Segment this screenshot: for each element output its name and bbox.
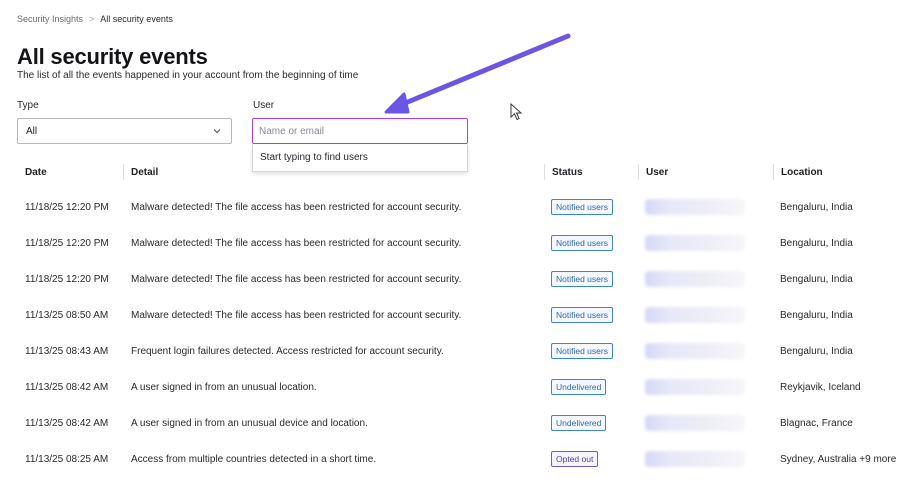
cell-user [645,369,745,405]
status-badge: Undelivered [551,379,607,395]
redacted-user-name [645,307,745,323]
table-row[interactable]: 11/13/25 08:43 AM Frequent login failures… [17,333,902,369]
status-badge: Notified users [551,199,613,215]
status-badge: Notified users [551,343,613,359]
cell-detail: Frequent login failures detected. Access… [131,345,444,357]
redacted-user-name [645,343,745,359]
cell-detail: A user signed in from an unusual locatio… [131,381,317,393]
cell-date: 11/13/25 08:42 AM [25,417,109,429]
cell-date: 11/13/25 08:50 AM [25,309,109,321]
cell-date: 11/18/25 12:20 PM [25,237,109,249]
user-filter-label: User [253,100,275,111]
cell-location: Bengaluru, India [780,309,853,321]
cell-location: Bengaluru, India [780,237,853,249]
redacted-user-name [645,271,745,287]
breadcrumb-link-security-insights[interactable]: Security Insights [17,14,83,24]
type-filter-select[interactable]: All [17,118,232,144]
cell-location: Bengaluru, India [780,273,853,285]
cell-status: Opted out [551,441,599,477]
cell-user [645,333,745,369]
cell-user [645,441,745,477]
redacted-user-name [645,379,745,395]
table-row[interactable]: 11/18/25 12:20 PM Malware detected! The f… [17,189,902,225]
table-row[interactable]: 11/18/25 12:20 PM Malware detected! The f… [17,261,902,297]
cell-date: 11/18/25 12:20 PM [25,273,109,285]
chevron-down-icon [213,129,221,134]
breadcrumb: Security Insights > All security events [17,14,173,24]
cell-status: Notified users [551,225,613,261]
events-table: Date Detail Status User Location 11/18/2… [17,160,902,477]
cell-user [645,297,745,333]
cell-date: 11/18/25 12:20 PM [25,201,109,213]
cell-location: Blagnac, France [780,417,853,429]
cell-detail: Malware detected! The file access has be… [131,237,462,249]
cell-status: Notified users [551,261,613,297]
redacted-user-name [645,235,745,251]
redacted-user-name [645,415,745,431]
cell-status: Notified users [551,189,613,225]
cell-location: Reykjavik, Iceland [780,381,861,393]
status-badge: Undelivered [551,415,607,431]
cell-date: 11/13/25 08:43 AM [25,345,109,357]
table-row[interactable]: 11/13/25 08:42 AM A user signed in from a… [17,405,902,441]
cell-detail: Access from multiple countries detected … [131,453,377,465]
table-row[interactable]: 11/13/25 08:42 AM A user signed in from a… [17,369,902,405]
cell-date: 11/13/25 08:25 AM [25,453,109,465]
cell-user [645,189,745,225]
status-badge: Notified users [551,307,613,323]
cell-location: Sydney, Australia +9 more [780,453,897,465]
cell-detail: Malware detected! The file access has be… [131,309,462,321]
table-row[interactable]: 11/13/25 08:50 AM Malware detected! The f… [17,297,902,333]
column-header-user[interactable]: User [638,164,668,180]
mouse-cursor-icon [510,103,523,121]
column-header-detail[interactable]: Detail [123,164,158,180]
cell-user [645,225,745,261]
cell-status: Undelivered [551,369,607,405]
cell-user [645,405,745,441]
user-search-input[interactable] [252,118,468,144]
breadcrumb-current: All security events [100,14,173,24]
cell-status: Notified users [551,333,613,369]
cell-location: Bengaluru, India [780,345,853,357]
cell-location: Bengaluru, India [780,201,853,213]
column-header-status[interactable]: Status [544,164,583,180]
table-header: Date Detail Status User Location [17,160,902,184]
cell-detail: A user signed in from an unusual device … [131,417,368,429]
cell-status: Undelivered [551,405,607,441]
cell-detail: Malware detected! The file access has be… [131,273,462,285]
status-badge: Notified users [551,235,613,251]
type-filter-value: All [26,125,38,137]
cell-user [645,261,745,297]
cell-status: Notified users [551,297,613,333]
redacted-user-name [645,451,745,467]
redacted-user-name [645,199,745,215]
breadcrumb-separator: > [89,14,95,24]
status-badge: Notified users [551,271,613,287]
table-body: 11/18/25 12:20 PM Malware detected! The f… [17,189,902,477]
table-row[interactable]: 11/18/25 12:20 PM Malware detected! The f… [17,225,902,261]
page-subtitle: The list of all the events happened in y… [17,70,359,81]
column-header-location[interactable]: Location [773,164,823,180]
status-badge: Opted out [551,451,599,467]
type-filter-label: Type [17,100,39,111]
cell-detail: Malware detected! The file access has be… [131,201,462,213]
page-title: All security events [17,44,208,69]
table-row[interactable]: 11/13/25 08:25 AM Access from multiple co… [17,441,902,477]
cell-date: 11/13/25 08:42 AM [25,381,109,393]
column-header-date[interactable]: Date [25,164,47,180]
